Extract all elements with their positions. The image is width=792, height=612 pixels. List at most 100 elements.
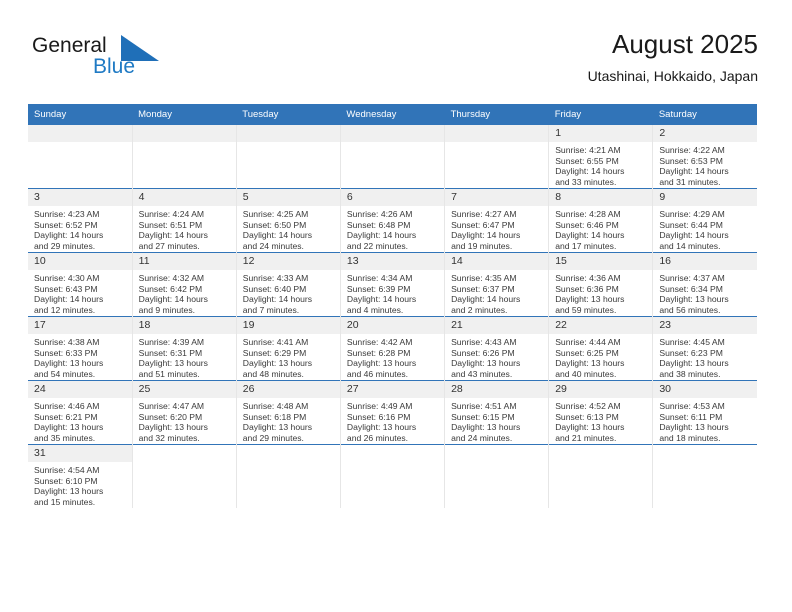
calendar-day-cell[interactable]: 10 Sunrise: 4:30 AM Sunset: 6:43 PM Dayligh… — [28, 252, 133, 317]
day-details: Sunrise: 4:52 AM Sunset: 6:13 PM Daylight:… — [549, 398, 652, 443]
calendar-day-cell[interactable]: 2 Sunrise: 4:22 AM Sunset: 6:53 PM Daylight… — [652, 125, 757, 189]
sunrise-time: Sunrise: 4:26 AM — [346, 209, 413, 219]
calendar-day-cell[interactable]: 1 Sunrise: 4:21 AM Sunset: 6:55 PM Daylight… — [548, 125, 653, 189]
calendar-day-cell[interactable]: 28 Sunrise: 4:51 AM Sunset: 6:15 PM Dayligh… — [444, 380, 549, 445]
calendar-day-cell[interactable]: 31 Sunrise: 4:54 AM Sunset: 6:10 PM Dayligh… — [28, 444, 133, 508]
daylight-duration-line1: Daylight: 13 hours — [34, 422, 104, 433]
title-block: August 2025 Utashinai, Hokkaido, Japan — [588, 28, 758, 86]
day-number: 27 — [340, 381, 445, 398]
weekday-header-friday: Friday — [548, 104, 653, 125]
brand-logo[interactable]: General Blue — [32, 34, 212, 90]
calendar-cell-empty — [28, 125, 133, 189]
calendar-day-cell[interactable]: 11 Sunrise: 4:32 AM Sunset: 6:42 PM Dayligh… — [131, 252, 237, 317]
calendar-day-cell[interactable]: 20 Sunrise: 4:42 AM Sunset: 6:28 PM Dayligh… — [339, 316, 445, 381]
calendar-day-cell[interactable]: 23 Sunrise: 4:45 AM Sunset: 6:23 PM Dayligh… — [652, 316, 757, 381]
daylight-duration-line1: Daylight: 13 hours — [346, 422, 417, 433]
calendar-cell-empty — [444, 125, 549, 189]
day-details: Sunrise: 4:38 AM Sunset: 6:33 PM Daylight:… — [28, 334, 132, 379]
calendar-cell-empty — [131, 125, 237, 189]
sunset-time: Sunset: 6:42 PM — [138, 283, 203, 294]
sunrise-time: Sunrise: 4:45 AM — [659, 337, 725, 347]
calendar-day-cell[interactable]: 4 Sunrise: 4:24 AM Sunset: 6:51 PM Daylight… — [131, 188, 237, 253]
daylight-duration-line2: and 32 minutes. — [138, 432, 200, 443]
sunrise-time: Sunrise: 4:27 AM — [451, 209, 517, 219]
day-number: 22 — [549, 317, 653, 334]
sunset-time: Sunset: 6:37 PM — [451, 283, 515, 294]
daylight-duration-line2: and 43 minutes. — [451, 368, 513, 379]
day-number: 4 — [132, 189, 236, 206]
calendar-cell-empty — [548, 444, 653, 508]
day-number: 17 — [28, 317, 132, 334]
calendar-day-cell[interactable]: 5 Sunrise: 4:25 AM Sunset: 6:50 PM Daylight… — [235, 188, 341, 253]
calendar-day-cell[interactable]: 22 Sunrise: 4:44 AM Sunset: 6:25 PM Dayligh… — [548, 316, 653, 381]
calendar-day-cell[interactable]: 27 Sunrise: 4:49 AM Sunset: 6:16 PM Dayligh… — [339, 380, 445, 445]
calendar-day-cell[interactable]: 12 Sunrise: 4:33 AM Sunset: 6:40 PM Dayligh… — [235, 252, 341, 317]
day-number: 6 — [340, 189, 445, 206]
calendar-day-cell[interactable]: 24 Sunrise: 4:46 AM Sunset: 6:21 PM Dayligh… — [28, 380, 133, 445]
sunset-time: Sunset: 6:15 PM — [451, 411, 515, 422]
calendar-day-cell[interactable]: 29 Sunrise: 4:52 AM Sunset: 6:13 PM Dayligh… — [548, 380, 653, 445]
daylight-duration-line2: and 12 minutes. — [34, 304, 96, 315]
calendar-day-cell[interactable]: 15 Sunrise: 4:36 AM Sunset: 6:36 PM Dayligh… — [548, 252, 653, 317]
calendar-day-cell[interactable]: 26 Sunrise: 4:48 AM Sunset: 6:18 PM Dayligh… — [235, 380, 341, 445]
sunrise-time: Sunrise: 4:30 AM — [34, 273, 100, 283]
sunset-time: Sunset: 6:13 PM — [555, 411, 619, 422]
daylight-duration-line1: Daylight: 13 hours — [242, 358, 313, 369]
day-number — [132, 125, 236, 142]
calendar-week-row: 24 Sunrise: 4:46 AM Sunset: 6:21 PM Dayligh… — [28, 380, 757, 445]
sunset-time: Sunset: 6:36 PM — [555, 283, 619, 294]
daylight-duration-line2: and 35 minutes. — [34, 432, 96, 443]
daylight-duration-line2: and 54 minutes. — [34, 368, 96, 379]
page-title: August 2025 — [611, 29, 758, 59]
calendar-body: 1 Sunrise: 4:21 AM Sunset: 6:55 PM Daylight… — [28, 125, 757, 508]
calendar-day-cell[interactable]: 25 Sunrise: 4:47 AM Sunset: 6:20 PM Dayligh… — [131, 380, 237, 445]
day-details: Sunrise: 4:33 AM Sunset: 6:40 PM Daylight:… — [237, 270, 340, 315]
day-details: Sunrise: 4:21 AM Sunset: 6:55 PM Daylight:… — [549, 142, 652, 187]
weekday-header-saturday: Saturday — [652, 104, 757, 125]
calendar-day-cell[interactable]: 13 Sunrise: 4:34 AM Sunset: 6:39 PM Dayligh… — [339, 252, 445, 317]
sunset-time: Sunset: 6:50 PM — [242, 219, 307, 230]
calendar-day-cell[interactable]: 16 Sunrise: 4:37 AM Sunset: 6:34 PM Dayligh… — [652, 252, 757, 317]
sunrise-time: Sunrise: 4:24 AM — [138, 209, 205, 219]
daylight-duration-line2: and 48 minutes. — [242, 368, 304, 379]
day-number — [236, 445, 340, 462]
calendar-day-cell[interactable]: 30 Sunrise: 4:53 AM Sunset: 6:11 PM Dayligh… — [652, 380, 757, 445]
calendar-cell-empty — [339, 125, 445, 189]
sunrise-time: Sunrise: 4:47 AM — [138, 401, 205, 411]
day-details: Sunrise: 4:42 AM Sunset: 6:28 PM Daylight:… — [341, 334, 444, 379]
daylight-duration-line2: and 29 minutes. — [34, 240, 96, 251]
sunset-time: Sunset: 6:18 PM — [242, 411, 307, 422]
calendar-day-cell[interactable]: 3 Sunrise: 4:23 AM Sunset: 6:52 PM Daylight… — [28, 188, 133, 253]
day-number: 13 — [340, 253, 445, 270]
sunrise-time: Sunrise: 4:49 AM — [346, 401, 413, 411]
calendar-day-cell[interactable]: 21 Sunrise: 4:43 AM Sunset: 6:26 PM Dayligh… — [444, 316, 549, 381]
daylight-duration-line1: Daylight: 14 hours — [242, 294, 313, 305]
calendar-day-cell[interactable]: 18 Sunrise: 4:39 AM Sunset: 6:31 PM Dayligh… — [131, 316, 237, 381]
calendar-week-row: 1 Sunrise: 4:21 AM Sunset: 6:55 PM Daylight… — [28, 125, 757, 189]
sunset-time: Sunset: 6:25 PM — [555, 347, 619, 358]
sunrise-time: Sunrise: 4:32 AM — [138, 273, 205, 283]
day-details: Sunrise: 4:29 AM Sunset: 6:44 PM Daylight:… — [653, 206, 757, 251]
sunrise-time: Sunrise: 4:37 AM — [659, 273, 725, 283]
calendar-day-cell[interactable]: 9 Sunrise: 4:29 AM Sunset: 6:44 PM Daylight… — [652, 188, 757, 253]
calendar-page: General Blue August 2025 Utashinai, Hokk… — [0, 0, 792, 612]
calendar-day-cell[interactable]: 14 Sunrise: 4:35 AM Sunset: 6:37 PM Dayligh… — [444, 252, 549, 317]
day-details: Sunrise: 4:43 AM Sunset: 6:26 PM Daylight:… — [445, 334, 548, 379]
daylight-duration-line1: Daylight: 13 hours — [346, 358, 417, 369]
daylight-duration-line1: Daylight: 13 hours — [138, 358, 208, 369]
calendar-day-cell[interactable]: 17 Sunrise: 4:38 AM Sunset: 6:33 PM Dayligh… — [28, 316, 133, 381]
day-details: Sunrise: 4:26 AM Sunset: 6:48 PM Daylight:… — [341, 206, 444, 251]
daylight-duration-line1: Daylight: 14 hours — [451, 230, 521, 241]
calendar-day-cell[interactable]: 6 Sunrise: 4:26 AM Sunset: 6:48 PM Daylight… — [339, 188, 445, 253]
day-details: Sunrise: 4:27 AM Sunset: 6:47 PM Daylight:… — [445, 206, 548, 251]
page-header: General Blue August 2025 Utashinai, Hokk… — [28, 28, 758, 98]
sunset-time: Sunset: 6:23 PM — [659, 347, 723, 358]
sunrise-time: Sunrise: 4:28 AM — [555, 209, 621, 219]
calendar-cell-empty — [652, 444, 757, 508]
calendar-day-cell[interactable]: 7 Sunrise: 4:27 AM Sunset: 6:47 PM Daylight… — [444, 188, 549, 253]
calendar-day-cell[interactable]: 8 Sunrise: 4:28 AM Sunset: 6:46 PM Daylight… — [548, 188, 653, 253]
day-details: Sunrise: 4:23 AM Sunset: 6:52 PM Daylight:… — [28, 206, 132, 251]
daylight-duration-line2: and 56 minutes. — [659, 304, 721, 315]
calendar-day-cell[interactable]: 19 Sunrise: 4:41 AM Sunset: 6:29 PM Dayligh… — [235, 316, 341, 381]
day-number — [445, 125, 549, 142]
